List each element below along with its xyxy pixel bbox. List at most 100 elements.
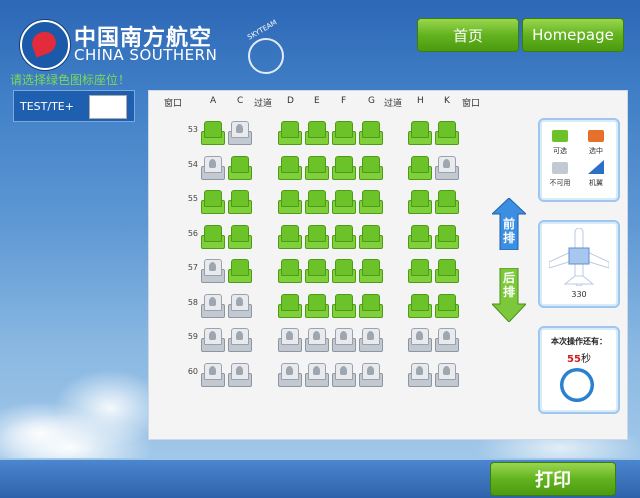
seat-53E-available[interactable] xyxy=(305,121,329,145)
row-number-56: 56 xyxy=(187,229,198,238)
seat-53H-available[interactable] xyxy=(408,121,432,145)
seat-54C-available[interactable] xyxy=(228,156,252,180)
seat-55G-available[interactable] xyxy=(359,190,383,214)
seat-53A-available[interactable] xyxy=(201,121,225,145)
seat-back-icon xyxy=(335,259,353,276)
column-header-f: F xyxy=(341,96,347,106)
seat-57A-unavailable xyxy=(201,259,225,283)
row-number-53: 53 xyxy=(187,125,198,134)
seat-back-icon xyxy=(411,363,429,380)
aircraft-info: 330 xyxy=(538,220,620,308)
seat-back-icon xyxy=(231,225,249,242)
seat-53D-available[interactable] xyxy=(278,121,302,145)
seat-back-icon xyxy=(281,225,299,242)
seat-back-icon xyxy=(335,121,353,138)
seat-54G-available[interactable] xyxy=(359,156,383,180)
seat-back-icon xyxy=(335,190,353,207)
seat-back-icon xyxy=(362,328,380,345)
column-header-c: C xyxy=(237,96,244,106)
select-seat-hint: 请选择绿色图标座位！ xyxy=(10,73,131,87)
seat-56F-available[interactable] xyxy=(332,225,356,249)
home-button-cn[interactable]: 首页 xyxy=(417,18,519,52)
skyteam-logo: SKYTEAM xyxy=(242,18,290,80)
seat-back-icon xyxy=(438,190,456,207)
column-header-window-left: 窗口 xyxy=(164,99,183,109)
seat-back-icon xyxy=(411,259,429,276)
seat-58G-available[interactable] xyxy=(359,294,383,318)
seat-58F-available[interactable] xyxy=(332,294,356,318)
passenger-tab[interactable]: TEST/TE+ xyxy=(13,90,135,122)
selected-seat-icon xyxy=(588,130,604,142)
seat-54E-available[interactable] xyxy=(305,156,329,180)
seat-58E-available[interactable] xyxy=(305,294,329,318)
seat-56D-available[interactable] xyxy=(278,225,302,249)
seat-55H-available[interactable] xyxy=(408,190,432,214)
seat-55A-available[interactable] xyxy=(201,190,225,214)
seat-58H-available[interactable] xyxy=(408,294,432,318)
seat-back-icon xyxy=(308,294,326,311)
seat-57G-available[interactable] xyxy=(359,259,383,283)
seat-54A-unavailable xyxy=(201,156,225,180)
seat-57H-available[interactable] xyxy=(408,259,432,283)
seat-53G-available[interactable] xyxy=(359,121,383,145)
seat-58D-available[interactable] xyxy=(278,294,302,318)
row-number-55: 55 xyxy=(187,194,198,203)
seat-58K-available[interactable] xyxy=(435,294,459,318)
passenger-seat-field[interactable] xyxy=(89,95,127,119)
aircraft-model: 330 xyxy=(571,290,587,299)
seat-57D-available[interactable] xyxy=(278,259,302,283)
seat-55E-available[interactable] xyxy=(305,190,329,214)
back-rows-button[interactable]: 后 排 xyxy=(490,267,528,323)
seat-54D-available[interactable] xyxy=(278,156,302,180)
seat-back-icon xyxy=(281,328,299,345)
seat-60H-unavailable xyxy=(408,363,432,387)
unavailable-seat-icon xyxy=(552,162,568,174)
column-header-aisle-right: 过道 xyxy=(384,99,403,109)
seat-57C-available[interactable] xyxy=(228,259,252,283)
seat-56G-available[interactable] xyxy=(359,225,383,249)
seat-back-icon xyxy=(308,259,326,276)
seat-54F-available[interactable] xyxy=(332,156,356,180)
seat-back-icon xyxy=(308,225,326,242)
stopwatch-icon xyxy=(560,368,594,402)
seat-53C-unavailable xyxy=(228,121,252,145)
seat-55D-available[interactable] xyxy=(278,190,302,214)
front-rows-button[interactable]: 前 排 xyxy=(490,197,528,251)
seat-56C-available[interactable] xyxy=(228,225,252,249)
seat-59D-unavailable xyxy=(278,328,302,352)
seat-56A-available[interactable] xyxy=(201,225,225,249)
seat-55K-available[interactable] xyxy=(435,190,459,214)
legend-unavailable: 不可用 xyxy=(549,179,571,187)
row-number-60: 60 xyxy=(187,367,198,376)
seat-54H-available[interactable] xyxy=(408,156,432,180)
seat-57K-available[interactable] xyxy=(435,259,459,283)
seat-55F-available[interactable] xyxy=(332,190,356,214)
seat-back-icon xyxy=(281,294,299,311)
seat-back-icon xyxy=(362,363,380,380)
seat-back-icon xyxy=(411,121,429,138)
print-button[interactable]: 打印 xyxy=(490,462,616,496)
seat-back-icon xyxy=(308,156,326,173)
row-number-57: 57 xyxy=(187,263,198,272)
seat-56E-available[interactable] xyxy=(305,225,329,249)
seat-57E-available[interactable] xyxy=(305,259,329,283)
seat-back-icon xyxy=(204,156,222,173)
homepage-button[interactable]: Homepage xyxy=(522,18,624,52)
seat-59C-unavailable xyxy=(228,328,252,352)
seat-legend: 可选 选中 不可用 机翼 xyxy=(538,118,620,202)
seat-back-icon xyxy=(281,121,299,138)
legend-wing: 机翼 xyxy=(589,179,603,187)
seat-back-icon xyxy=(231,328,249,345)
seat-53F-available[interactable] xyxy=(332,121,356,145)
seat-back-icon xyxy=(335,294,353,311)
seat-53K-available[interactable] xyxy=(435,121,459,145)
seat-57F-available[interactable] xyxy=(332,259,356,283)
seat-56H-available[interactable] xyxy=(408,225,432,249)
seat-56K-available[interactable] xyxy=(435,225,459,249)
seat-back-icon xyxy=(362,294,380,311)
seat-55C-available[interactable] xyxy=(228,190,252,214)
legend-available: 可选 xyxy=(553,147,567,155)
seat-back-icon xyxy=(335,156,353,173)
timer-unit: 秒 xyxy=(580,354,591,365)
seat-59K-unavailable xyxy=(435,328,459,352)
